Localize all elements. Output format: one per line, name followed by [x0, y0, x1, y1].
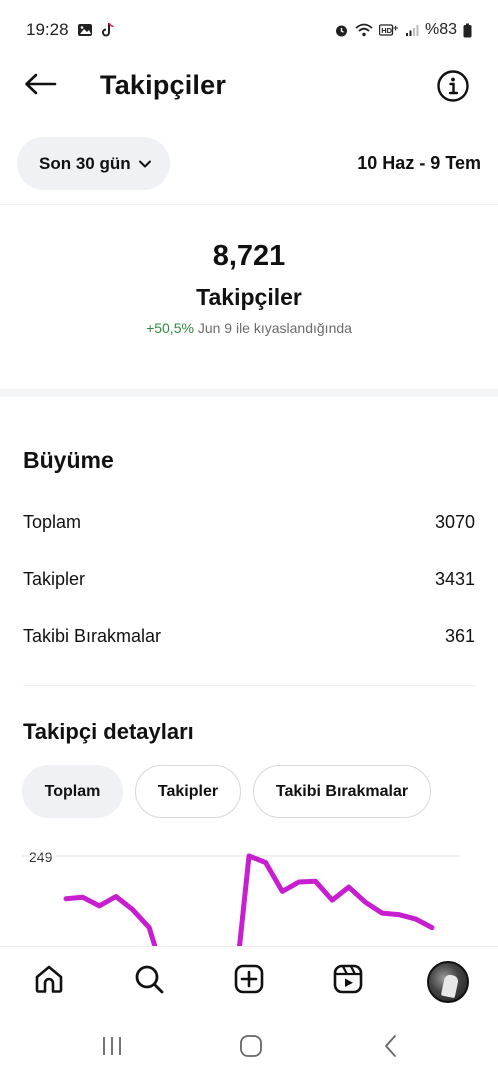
home-circle-icon [239, 1034, 263, 1063]
growth-title: Büyüme [23, 447, 114, 473]
nav-create[interactable] [229, 961, 269, 1001]
nav-home[interactable] [29, 961, 69, 1001]
divider [23, 685, 475, 686]
info-button[interactable] [436, 69, 470, 103]
app-header: Takipçiler [0, 60, 498, 112]
change-percent: +50,5% [146, 320, 194, 336]
battery-percent: %83 [424, 21, 457, 38]
growth-row-follows: Takipler 3431 [23, 569, 475, 590]
growth-row-value: 3070 [434, 512, 475, 532]
home-icon [33, 963, 65, 1000]
search-icon [133, 963, 165, 1000]
section-divider [0, 389, 498, 397]
chip-unfollows[interactable]: Takibi Bırakmalar [253, 765, 431, 818]
page-title: Takipçiler [100, 70, 227, 100]
date-range-dropdown[interactable]: Son 30 gün [17, 137, 170, 190]
chip-total[interactable]: Toplam [22, 765, 123, 818]
system-nav-bar [0, 1016, 498, 1080]
svg-text:+: + [393, 23, 398, 33]
status-time: 19:28 [26, 20, 69, 39]
back-system-button[interactable] [373, 1032, 409, 1064]
growth-row-label: Takibi Bırakmalar [23, 626, 162, 646]
back-chevron-icon [381, 1034, 401, 1063]
chart-series-line [63, 853, 435, 946]
follower-label: Takipçiler [196, 284, 302, 310]
back-button[interactable] [20, 68, 60, 104]
divider [0, 204, 498, 205]
nav-reels[interactable] [328, 961, 368, 1001]
reels-icon [332, 963, 364, 1000]
nav-search[interactable] [129, 961, 169, 1001]
follower-chart [0, 840, 498, 946]
growth-row-label: Takipler [23, 569, 86, 589]
follower-count: 8,721 [212, 240, 286, 272]
growth-row-value: 3431 [434, 569, 475, 589]
hd-plus-icon: HD + [378, 23, 399, 37]
details-title: Takipçi detayları [23, 719, 194, 744]
detail-chips: Toplam Takipler Takibi Bırakmalar [22, 765, 431, 818]
status-left: 19:28 [26, 20, 115, 40]
date-range-dropdown-label: Son 30 gün [39, 153, 131, 173]
tiktok-icon [101, 22, 115, 38]
battery-icon [463, 23, 472, 38]
chip-follows[interactable]: Takipler [135, 765, 241, 818]
create-icon [233, 963, 265, 1000]
status-right: HD + %83 [334, 21, 472, 39]
growth-row-label: Toplam [23, 512, 82, 532]
chip-label: Toplam [44, 782, 101, 800]
recents-icon [100, 1035, 124, 1062]
follower-chart-svg [22, 853, 460, 946]
growth-row-unfollows: Takibi Bırakmalar 361 [23, 626, 475, 647]
svg-text:HD: HD [381, 26, 392, 35]
comparison-suffix: Jun 9 ile kıyaslandığında [193, 320, 352, 336]
comparison-text: +50,5% Jun 9 ile kıyaslandığında [0, 320, 498, 336]
alarm-icon [334, 23, 349, 38]
chevron-down-icon [138, 159, 152, 169]
recents-button[interactable] [94, 1032, 130, 1064]
wifi-icon [355, 23, 373, 37]
info-icon [436, 70, 470, 107]
arrow-left-icon [23, 72, 57, 101]
home-system-button[interactable] [233, 1032, 269, 1064]
profile-avatar[interactable] [427, 961, 469, 1003]
growth-row-value: 361 [444, 626, 475, 646]
chip-label: Takibi Bırakmalar [275, 782, 409, 800]
date-range-text: 10 Haz - 9 Tem [357, 153, 481, 173]
gallery-icon [77, 23, 93, 37]
growth-row-total: Toplam 3070 [23, 512, 475, 533]
chip-label: Takipler [157, 782, 219, 800]
signal-icon [405, 23, 419, 37]
bottom-nav [0, 946, 498, 1016]
status-bar: 19:28 HD + %83 [0, 0, 498, 60]
